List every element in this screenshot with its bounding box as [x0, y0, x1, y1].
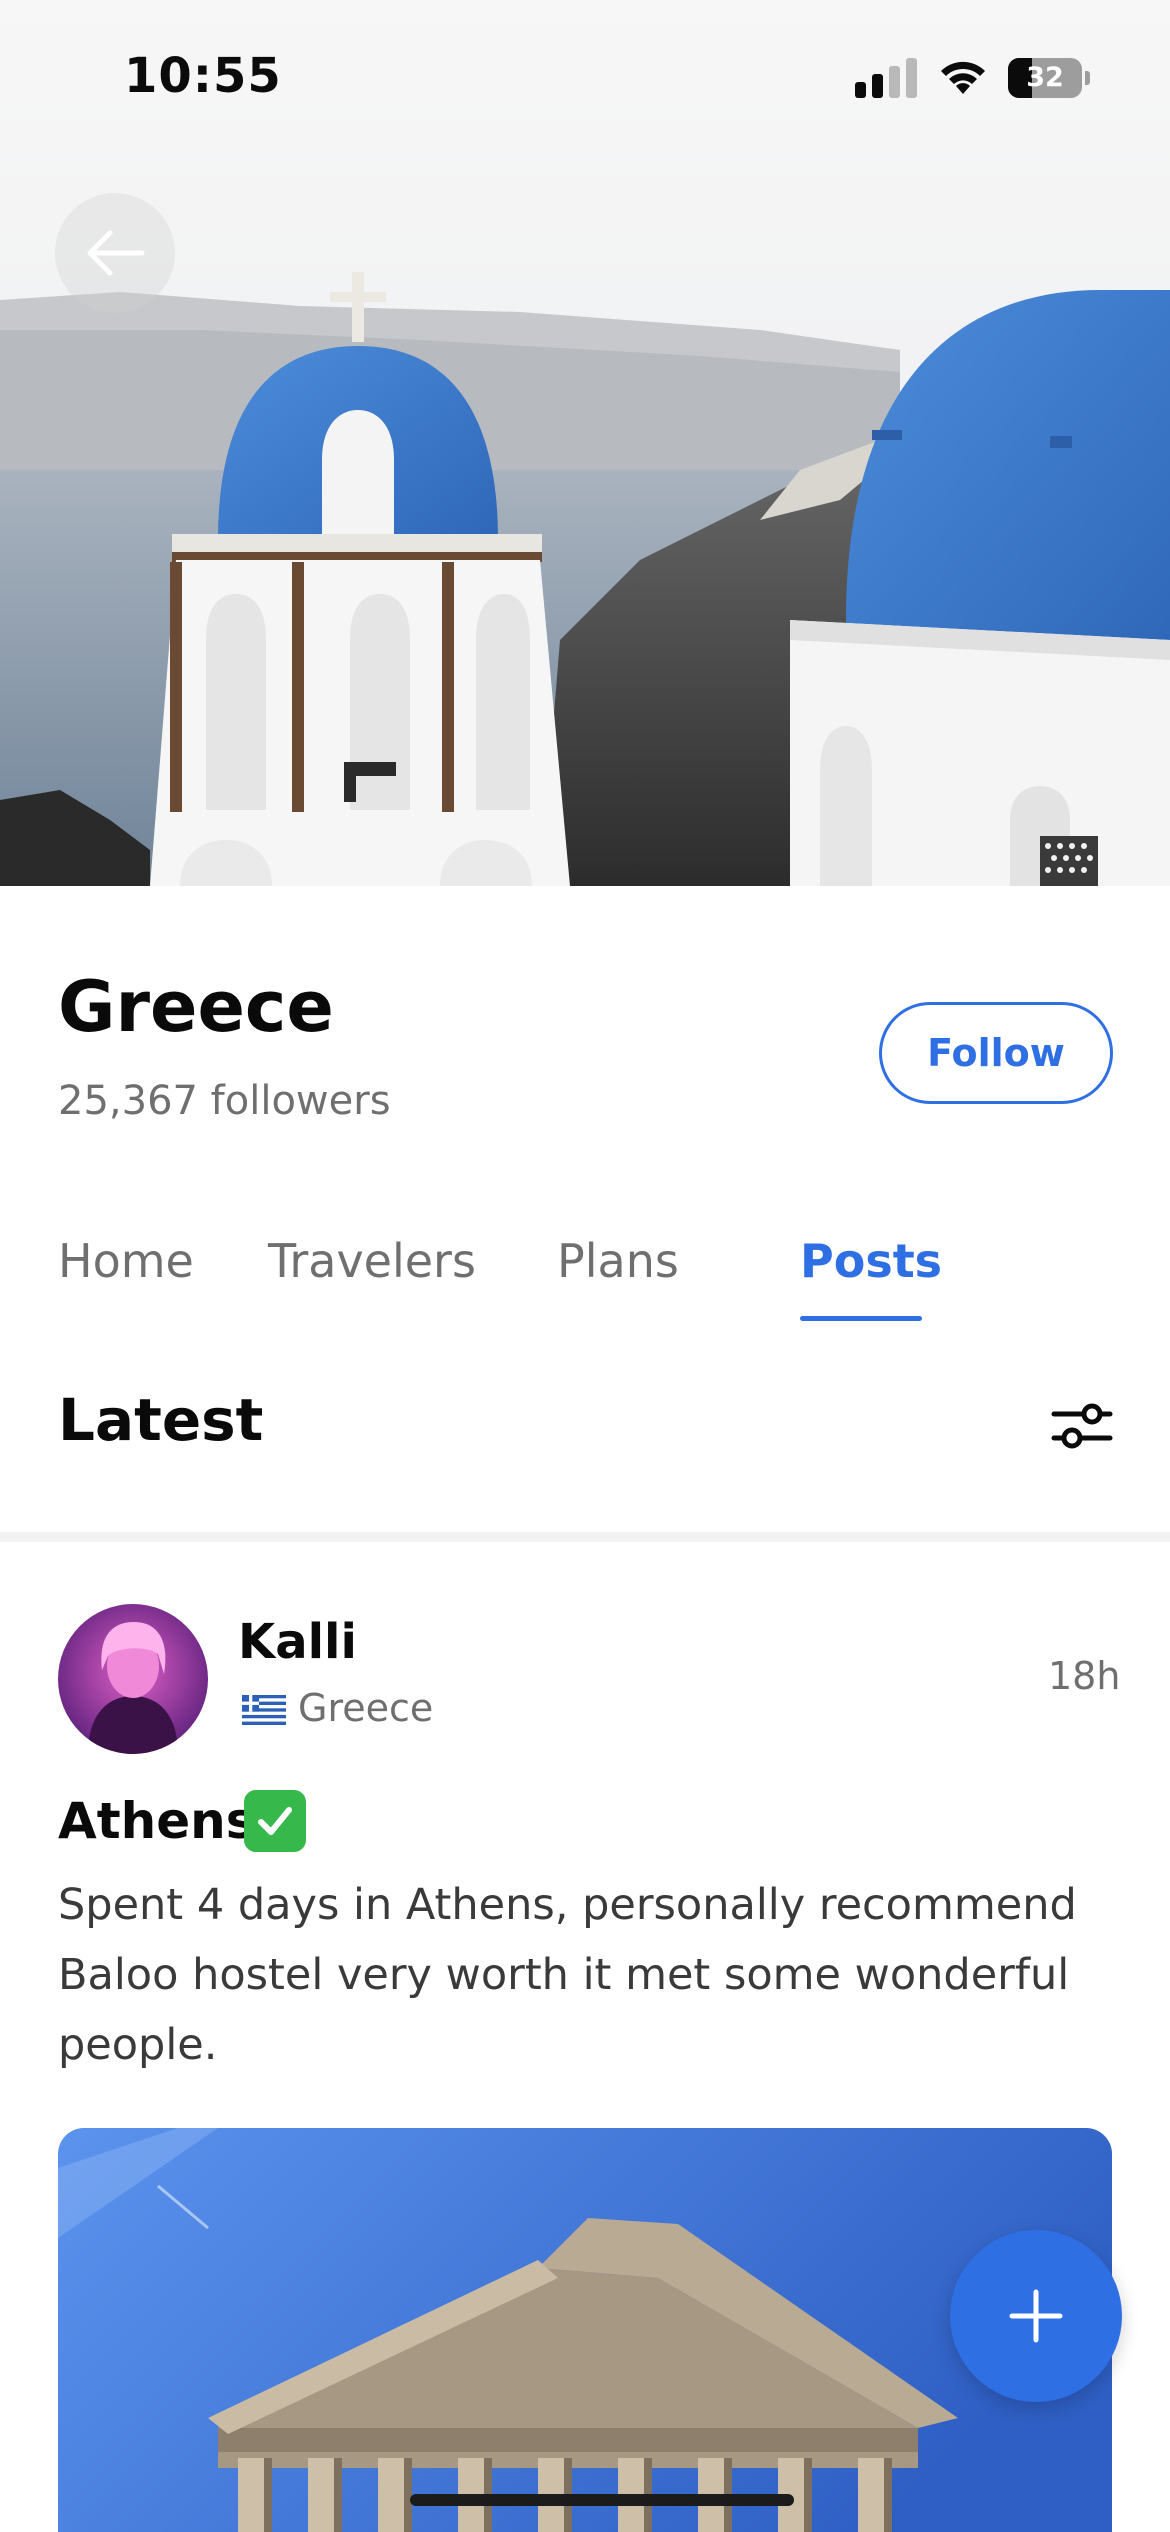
- status-bar: 10:55 32: [0, 0, 1170, 150]
- post-title: Athens: [58, 1792, 256, 1850]
- tab-home[interactable]: Home: [58, 1234, 194, 1288]
- active-tab-indicator: [800, 1316, 922, 1321]
- post-body: Spent 4 days in Athens, personally recom…: [58, 1880, 1077, 2070]
- status-time: 10:55: [124, 48, 282, 104]
- tab-travelers[interactable]: Travelers: [268, 1234, 476, 1288]
- tab-plans[interactable]: Plans: [557, 1234, 679, 1288]
- follow-button[interactable]: Follow: [879, 1002, 1113, 1104]
- post-timestamp: 18h: [1048, 1654, 1121, 1698]
- signal-icon: [855, 58, 917, 98]
- battery-level: 32: [1026, 62, 1064, 93]
- page-title: Greece: [58, 966, 334, 1048]
- check-mark-button-icon: [244, 1790, 306, 1852]
- back-button[interactable]: [55, 193, 175, 313]
- author-location: Greece: [298, 1686, 434, 1730]
- avatar[interactable]: [58, 1604, 208, 1754]
- plus-icon: [1009, 2289, 1063, 2343]
- sliders-icon[interactable]: [1050, 1394, 1114, 1458]
- author-name[interactable]: Kalli: [238, 1614, 357, 1670]
- section-title: Latest: [58, 1386, 264, 1454]
- wifi-icon: [941, 61, 985, 94]
- section-divider: [0, 1532, 1170, 1542]
- author-avatar-photo: [58, 1604, 208, 1754]
- followers-count: 25,367 followers: [58, 1078, 391, 1124]
- arrow-left-icon: [87, 230, 145, 276]
- battery-icon: 32: [1008, 58, 1090, 98]
- home-indicator[interactable]: [410, 2494, 794, 2506]
- greece-flag-icon: [242, 1695, 286, 1725]
- tab-posts[interactable]: Posts: [800, 1234, 942, 1288]
- add-post-button[interactable]: [950, 2230, 1122, 2402]
